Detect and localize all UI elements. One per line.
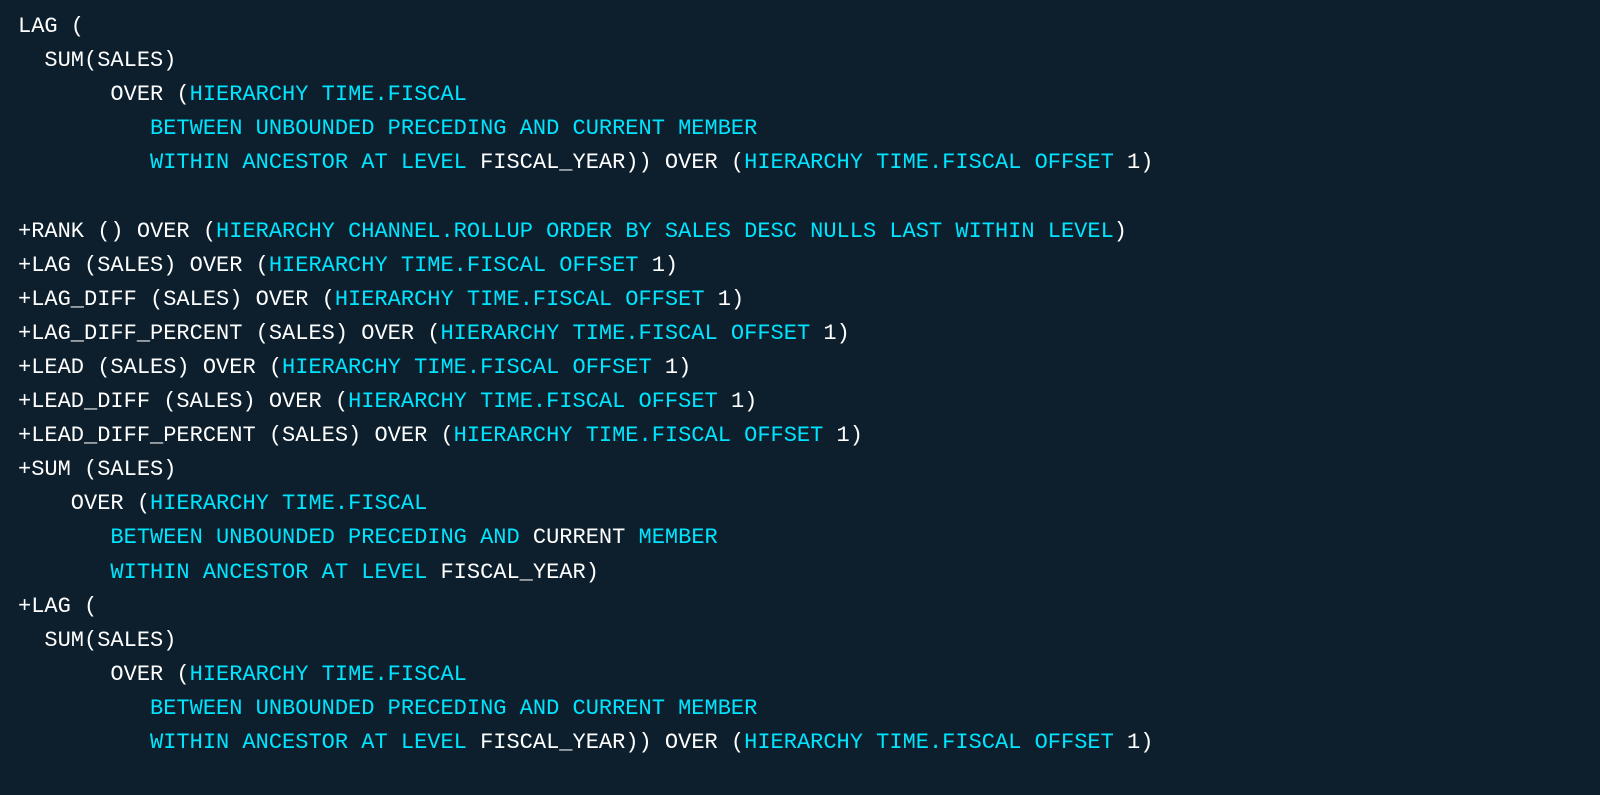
code-token: + (18, 457, 31, 482)
code-token: HIERARCHY TIME.FISCAL OFFSET (454, 423, 837, 448)
code-token: OVER ( (18, 82, 190, 107)
code-line: +LAG (SALES) OVER (HIERARCHY TIME.FISCAL… (18, 249, 1582, 283)
code-token: 1 (665, 355, 678, 380)
code-editor: LAG ( SUM(SALES) OVER (HIERARCHY TIME.FI… (18, 10, 1582, 760)
code-token: OVER ( (18, 662, 190, 687)
code-line: +LAG ( (18, 590, 1582, 624)
code-token: LAG_DIFF_PERCENT (SALES) OVER ( (31, 321, 440, 346)
code-token: HIERARCHY TIME.FISCAL OFFSET (348, 389, 731, 414)
code-line: +LEAD_DIFF (SALES) OVER (HIERARCHY TIME.… (18, 385, 1582, 419)
code-token: ) (837, 321, 850, 346)
code-line: BETWEEN UNBOUNDED PRECEDING AND CURRENT … (18, 692, 1582, 726)
code-token: ) (678, 355, 691, 380)
code-line: +LEAD_DIFF_PERCENT (SALES) OVER (HIERARC… (18, 419, 1582, 453)
code-token: ) (850, 423, 863, 448)
code-token: LAG (SALES) OVER ( (31, 253, 269, 278)
code-token: )) OVER ( (625, 150, 744, 175)
code-token: LAG ( (31, 594, 97, 619)
code-token: WITHIN ANCESTOR AT LEVEL (18, 730, 480, 755)
code-line: BETWEEN UNBOUNDED PRECEDING AND CURRENT … (18, 521, 1582, 555)
code-line: WITHIN ANCESTOR AT LEVEL FISCAL_YEAR)) O… (18, 146, 1582, 180)
code-token: 1 (731, 389, 744, 414)
code-token: ) (1140, 150, 1153, 175)
code-line: OVER (HIERARCHY TIME.FISCAL (18, 78, 1582, 112)
code-token: + (18, 594, 31, 619)
code-token: ) (665, 253, 678, 278)
code-line: +SUM (SALES) (18, 453, 1582, 487)
code-token: + (18, 253, 31, 278)
code-token: SUM(SALES) (18, 48, 176, 73)
code-token: + (18, 355, 31, 380)
code-token: 1 (823, 321, 836, 346)
code-line: OVER (HIERARCHY TIME.FISCAL (18, 487, 1582, 521)
code-token: + (18, 287, 31, 312)
code-token: + (18, 389, 31, 414)
code-token: 1 (837, 423, 850, 448)
code-token: HIERARCHY TIME.FISCAL OFFSET (269, 253, 652, 278)
code-token: RANK () OVER ( (31, 219, 216, 244)
code-token: ) (744, 389, 757, 414)
code-line (18, 180, 1582, 214)
code-token: + (18, 219, 31, 244)
code-token: )) OVER ( (625, 730, 744, 755)
code-token: 1 (1127, 730, 1140, 755)
code-token: SUM (SALES) (31, 457, 176, 482)
code-token: HIERARCHY TIME.FISCAL OFFSET (282, 355, 665, 380)
code-line: WITHIN ANCESTOR AT LEVEL FISCAL_YEAR)) O… (18, 726, 1582, 760)
code-token: HIERARCHY TIME.FISCAL (190, 662, 467, 687)
code-line: SUM(SALES) (18, 44, 1582, 78)
code-token: 1 (1127, 150, 1140, 175)
code-token: LEAD (SALES) OVER ( (31, 355, 282, 380)
code-token: LAG_DIFF (SALES) OVER ( (31, 287, 335, 312)
code-token: ) (1140, 730, 1153, 755)
code-token: LEAD_DIFF_PERCENT (SALES) OVER ( (31, 423, 453, 448)
code-token: BETWEEN UNBOUNDED PRECEDING AND (18, 525, 533, 550)
code-token: BETWEEN UNBOUNDED PRECEDING AND CURRENT … (18, 696, 757, 721)
code-token: HIERARCHY TIME.FISCAL OFFSET (335, 287, 718, 312)
code-token: FISCAL_YEAR (480, 730, 625, 755)
code-token: HIERARCHY TIME.FISCAL (150, 491, 427, 516)
code-token: LEAD_DIFF (SALES) OVER ( (31, 389, 348, 414)
code-line: LAG ( (18, 10, 1582, 44)
code-token: 1 (718, 287, 731, 312)
code-token: 1 (652, 253, 665, 278)
code-line: +RANK () OVER (HIERARCHY CHANNEL.ROLLUP … (18, 215, 1582, 249)
code-token: ) (586, 560, 599, 585)
code-line: +LAG_DIFF (SALES) OVER (HIERARCHY TIME.F… (18, 283, 1582, 317)
code-token: HIERARCHY CHANNEL.ROLLUP ORDER BY SALES … (216, 219, 1114, 244)
code-token: LAG ( (18, 14, 84, 39)
code-token: WITHIN ANCESTOR AT LEVEL (18, 150, 480, 175)
code-token: + (18, 321, 31, 346)
code-token: + (18, 423, 31, 448)
code-token: HIERARCHY TIME.FISCAL OFFSET (440, 321, 823, 346)
code-line: WITHIN ANCESTOR AT LEVEL FISCAL_YEAR) (18, 556, 1582, 590)
code-line: +LAG_DIFF_PERCENT (SALES) OVER (HIERARCH… (18, 317, 1582, 351)
code-token: MEMBER (625, 525, 717, 550)
code-token: WITHIN ANCESTOR AT LEVEL (18, 560, 440, 585)
code-token: BETWEEN UNBOUNDED PRECEDING AND CURRENT … (18, 116, 757, 141)
code-line: OVER (HIERARCHY TIME.FISCAL (18, 658, 1582, 692)
code-line: BETWEEN UNBOUNDED PRECEDING AND CURRENT … (18, 112, 1582, 146)
code-token: ) (731, 287, 744, 312)
code-token: HIERARCHY TIME.FISCAL OFFSET (744, 150, 1127, 175)
code-token: FISCAL_YEAR (440, 560, 585, 585)
code-token: HIERARCHY TIME.FISCAL OFFSET (744, 730, 1127, 755)
code-line: +LEAD (SALES) OVER (HIERARCHY TIME.FISCA… (18, 351, 1582, 385)
code-token: SUM(SALES) (18, 628, 176, 653)
code-token: ) (1114, 219, 1127, 244)
code-line: SUM(SALES) (18, 624, 1582, 658)
code-token: OVER ( (18, 491, 150, 516)
code-token: HIERARCHY TIME.FISCAL (190, 82, 467, 107)
code-token: CURRENT (533, 525, 625, 550)
code-token: FISCAL_YEAR (480, 150, 625, 175)
